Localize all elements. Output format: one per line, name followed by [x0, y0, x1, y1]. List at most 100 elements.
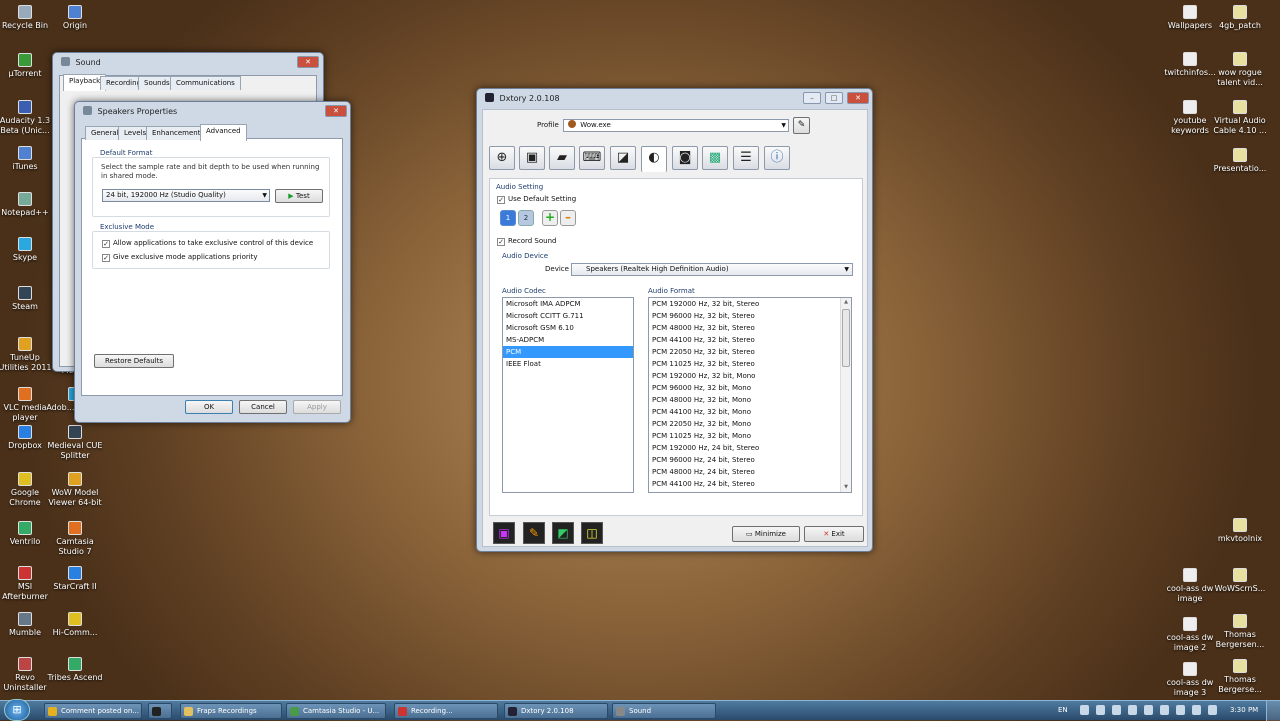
taskbar-item[interactable]: Recording...	[394, 703, 498, 719]
taskbar-item[interactable]: Comment posted on...	[44, 703, 142, 719]
dxtory-close-button[interactable]: ✕	[847, 92, 869, 104]
maximize-window-button[interactable]: □	[825, 92, 843, 104]
scroll-up-icon[interactable]: ▲	[841, 298, 851, 307]
network-icon[interactable]	[1208, 705, 1217, 715]
drive-icon[interactable]: ◪	[610, 146, 636, 170]
desktop-left1-icon-6[interactable]: Steam	[0, 286, 56, 312]
format-item[interactable]: PCM 96000 Hz, 32 bit, Mono	[649, 382, 851, 394]
format-item[interactable]: PCM 11025 Hz, 32 bit, Stereo	[649, 358, 851, 370]
format-item[interactable]: PCM 44100 Hz, 32 bit, Mono	[649, 406, 851, 418]
desktop-right2-icon-5[interactable]: WoWScrnS...	[1209, 568, 1271, 594]
desktop-right2-icon-6[interactable]: Thomas Bergersen...	[1209, 614, 1271, 650]
desktop-right2-icon-7[interactable]: Thomas Bergerse...	[1209, 659, 1271, 695]
edit-profile-button[interactable]: ✎	[793, 117, 810, 134]
camera-icon[interactable]: ◙	[672, 146, 698, 170]
start-button[interactable]: ⊞	[4, 699, 30, 721]
speakers-close-button[interactable]: ✕	[325, 105, 347, 117]
test-button[interactable]: ▶ Test	[275, 189, 323, 203]
device-dropdown[interactable]: Speakers (Realtek High Definition Audio)…	[571, 263, 853, 276]
remove-icon[interactable]: –	[560, 210, 576, 226]
exclusive-priority-checkbox[interactable]: ✓ Give exclusive mode applications priori…	[102, 253, 258, 262]
minimize-window-button[interactable]: –	[803, 92, 821, 104]
desktop-left2-icon-4[interactable]: WoW Model Viewer 64-bit	[44, 472, 106, 508]
desktop-left1-icon-2[interactable]: Audacity 1.3 Beta (Unic...	[0, 100, 56, 136]
desktop-right2-icon-1[interactable]: wow rogue talent vid...	[1209, 52, 1271, 88]
tray-icon-5[interactable]	[1144, 705, 1153, 715]
codec-item[interactable]: MS-ADPCM	[503, 334, 633, 346]
sound-window-titlebar[interactable]: Sound	[53, 53, 323, 73]
tray-icon-2[interactable]	[1096, 705, 1105, 715]
desktop-left2-icon-5[interactable]: Camtasia Studio 7	[44, 521, 106, 557]
taskbar-item[interactable]: Camtasia Studio - U...	[286, 703, 386, 719]
codec-item[interactable]: PCM	[503, 346, 633, 358]
bottom-icon-capture[interactable]: ◫	[581, 522, 603, 544]
scroll-down-icon[interactable]: ▼	[841, 483, 851, 492]
format-dropdown[interactable]: 24 bit, 192000 Hz (Studio Quality) ▼	[102, 189, 270, 202]
tab-advanced[interactable]: Advanced	[200, 124, 247, 141]
scroll-thumb[interactable]	[842, 309, 850, 367]
format-item[interactable]: PCM 192000 Hz, 32 bit, Mono	[649, 370, 851, 382]
sliders-icon[interactable]: ☰	[733, 146, 759, 170]
taskbar-item[interactable]	[148, 703, 172, 719]
format-item[interactable]: PCM 44100 Hz, 32 bit, Stereo	[649, 334, 851, 346]
taskbar-item[interactable]: Dxtory 2.0.108	[504, 703, 608, 719]
show-desktop-button[interactable]	[1266, 701, 1280, 721]
format-item[interactable]: PCM 192000 Hz, 24 bit, Stereo	[649, 442, 851, 454]
audio-codec-list[interactable]: Microsoft IMA ADPCM Microsoft CCITT G.711…	[502, 297, 634, 493]
taskbar-item[interactable]: Fraps Recordings	[180, 703, 282, 719]
format-item[interactable]: PCM 11025 Hz, 32 bit, Mono	[649, 430, 851, 442]
exclusive-control-checkbox[interactable]: ✓ Allow applications to take exclusive co…	[102, 239, 313, 248]
desktop-right2-icon-3[interactable]: Presentatio...	[1209, 148, 1271, 174]
format-item[interactable]: PCM 22050 Hz, 32 bit, Mono	[649, 418, 851, 430]
format-item[interactable]: PCM 48000 Hz, 32 bit, Mono	[649, 394, 851, 406]
bottom-icon-record[interactable]: ▣	[493, 522, 515, 544]
apply-button[interactable]: Apply	[293, 400, 341, 414]
restore-defaults-button[interactable]: Restore Defaults	[94, 354, 174, 368]
format-item[interactable]: PCM 22050 Hz, 32 bit, Stereo	[649, 346, 851, 358]
profile-dropdown[interactable]: Wow.exe ▼	[563, 119, 789, 132]
codec-item[interactable]: Microsoft GSM 6.10	[503, 322, 633, 334]
desktop-left2-icon-7[interactable]: Hi-Comm...	[44, 612, 106, 638]
cancel-button[interactable]: Cancel	[239, 400, 287, 414]
monitor-icon[interactable]: ▣	[519, 146, 545, 170]
add-icon[interactable]: +	[542, 210, 558, 226]
volume-icon[interactable]	[1192, 705, 1201, 715]
clock[interactable]: 3:30 PM	[1230, 706, 1258, 714]
speakers-dialog-titlebar[interactable]: Speakers Properties	[75, 102, 350, 122]
taskbar-item[interactable]: Sound	[612, 703, 716, 719]
bottom-icon-tools[interactable]: ✎	[523, 522, 545, 544]
desktop-left2-icon-0[interactable]: Origin	[44, 5, 106, 31]
tab-communications[interactable]: Communications	[170, 76, 241, 90]
format-scrollbar[interactable]: ▲ ▼	[840, 298, 851, 492]
tray-icon-3[interactable]	[1112, 705, 1121, 715]
desktop-left2-icon-8[interactable]: Tribes Ascend	[44, 657, 106, 683]
tray-icon-4[interactable]	[1128, 705, 1137, 715]
folder-icon[interactable]: ▰	[549, 146, 575, 170]
desktop-left2-icon-6[interactable]: StarCraft II	[44, 566, 106, 592]
minimize-button[interactable]: ▭ Minimize	[732, 526, 800, 542]
codec-item[interactable]: Microsoft IMA ADPCM	[503, 298, 633, 310]
desktop-left1-icon-3[interactable]: iTunes	[0, 146, 56, 172]
crosshair-icon[interactable]: ⊕	[489, 146, 515, 170]
desktop-left1-icon-5[interactable]: Skype	[0, 237, 56, 263]
info-icon[interactable]: ⓘ	[764, 146, 790, 170]
format-item[interactable]: PCM 48000 Hz, 32 bit, Stereo	[649, 322, 851, 334]
audio-format-list[interactable]: PCM 192000 Hz, 32 bit, Stereo PCM 96000 H…	[648, 297, 852, 493]
desktop-left2-icon-3[interactable]: Medieval CUE Splitter	[44, 425, 106, 461]
keyboard-icon[interactable]: ⌨	[579, 146, 605, 170]
language-indicator[interactable]: EN	[1058, 706, 1068, 714]
codec-item[interactable]: IEEE Float	[503, 358, 633, 370]
chip-icon[interactable]: ▩	[702, 146, 728, 170]
tray-icon-1[interactable]	[1080, 705, 1089, 715]
sound-close-button[interactable]: ✕	[297, 56, 319, 68]
desktop-right2-icon-2[interactable]: Virtual Audio Cable 4.10 ...	[1209, 100, 1271, 136]
desktop-right2-icon-0[interactable]: 4gb_patch	[1209, 5, 1271, 31]
ok-button[interactable]: OK	[185, 400, 233, 414]
format-item[interactable]: PCM 192000 Hz, 32 bit, Stereo	[649, 298, 851, 310]
slot-2-icon[interactable]: 2	[518, 210, 534, 226]
record-sound-checkbox[interactable]: ✓ Record Sound	[497, 237, 556, 246]
tray-icon-7[interactable]	[1176, 705, 1185, 715]
format-item[interactable]: PCM 96000 Hz, 24 bit, Stereo	[649, 454, 851, 466]
desktop-left1-icon-4[interactable]: Notepad++	[0, 192, 56, 218]
slot-1-icon[interactable]: 1	[500, 210, 516, 226]
